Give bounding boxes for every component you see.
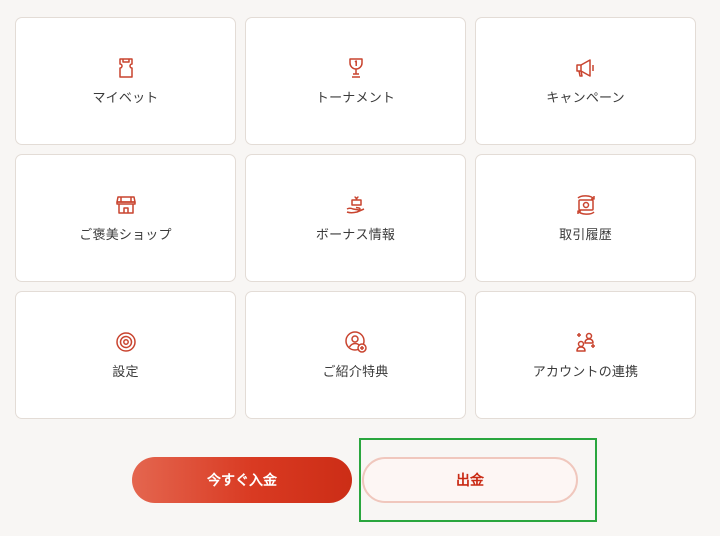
tile-bonus-info[interactable]: ボーナス情報 <box>245 154 466 282</box>
tile-label: ボーナス情報 <box>315 228 396 243</box>
tile-label: トーナメント <box>315 91 396 106</box>
tile-account-link[interactable]: アカウントの連携 <box>475 291 696 419</box>
tile-referral-bonus[interactable]: ご紹介特典 <box>245 291 466 419</box>
tile-label: ご褒美ショップ <box>79 228 172 243</box>
link-account-icon <box>574 330 598 354</box>
tile-label: マイベット <box>92 91 159 106</box>
menu-grid: マイベット トーナメント キャンペーン ご褒美ショップ ボーナス情報 取引履歴 … <box>15 17 696 419</box>
trophy-icon <box>344 56 368 80</box>
shop-icon <box>114 193 138 217</box>
tile-tournament[interactable]: トーナメント <box>245 17 466 145</box>
gift-hand-icon <box>344 193 368 217</box>
tile-label: ご紹介特典 <box>322 365 389 380</box>
tile-label: アカウントの連携 <box>532 365 639 380</box>
tile-label: 設定 <box>112 365 139 380</box>
tile-label: 取引履歴 <box>559 228 612 243</box>
ticket-icon <box>114 56 138 80</box>
megaphone-icon <box>574 56 598 80</box>
tile-label: キャンペーン <box>546 91 625 106</box>
tile-campaign[interactable]: キャンペーン <box>475 17 696 145</box>
gear-icon <box>114 330 138 354</box>
deposit-now-button[interactable]: 今すぐ入金 <box>132 457 352 503</box>
tile-my-bets[interactable]: マイベット <box>15 17 236 145</box>
withdraw-button[interactable]: 出金 <box>362 457 578 503</box>
tile-reward-shop[interactable]: ご褒美ショップ <box>15 154 236 282</box>
add-user-icon <box>344 330 368 354</box>
cash-exchange-icon <box>574 193 598 217</box>
tile-transaction-history[interactable]: 取引履歴 <box>475 154 696 282</box>
tile-settings[interactable]: 設定 <box>15 291 236 419</box>
